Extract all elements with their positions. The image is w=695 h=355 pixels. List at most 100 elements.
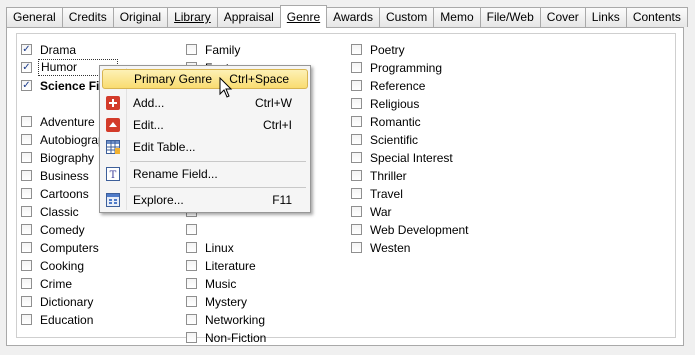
genre-label: Romantic [370,115,421,129]
checkbox[interactable] [21,134,32,145]
tab-awards[interactable]: Awards [326,7,380,27]
genre-label: Westen [370,241,411,255]
genre-label: Adventure [40,115,95,129]
checkbox[interactable] [186,332,197,343]
checkbox[interactable] [21,278,32,289]
genre-label: Drama [40,43,77,57]
menu-item-add[interactable]: Add... Ctrl+W [102,93,308,113]
tab-bar: General Credits Original Library Apprais… [6,5,688,28]
genre-label: Web Development [370,223,469,237]
checkbox[interactable] [21,224,32,235]
checkbox[interactable] [21,314,32,325]
menu-item-edit-table[interactable]: Edit Table... [102,137,308,157]
tab-links[interactable]: Links [584,7,627,27]
edit-icon [106,118,120,132]
genre-label: Crime [40,277,72,291]
checkbox[interactable] [21,296,32,307]
checkbox[interactable] [186,260,197,271]
genre-label: Cartoons [40,187,89,201]
tab-genre[interactable]: Genre [279,5,328,28]
checkbox[interactable] [351,152,362,163]
checkbox[interactable] [186,224,197,235]
checkbox[interactable] [21,260,32,271]
genre-label: Business [40,169,89,183]
rename-field-icon: T [106,167,120,181]
mouse-cursor-icon [219,77,233,98]
menu-item-shortcut: Ctrl+W [255,96,292,110]
genre-label: Computers [40,241,99,255]
checkbox[interactable] [186,44,197,55]
checkbox[interactable] [21,116,32,127]
add-icon [106,96,120,110]
tab-cover[interactable]: Cover [539,7,586,27]
genre-label: Programming [370,61,443,75]
checkbox[interactable] [351,134,362,145]
genre-label: Linux [205,241,234,255]
tab-custom[interactable]: Custom [378,7,435,27]
genre-label: Poetry [370,43,405,57]
tab-library[interactable]: Library [167,7,218,27]
tab-appraisal[interactable]: Appraisal [216,7,281,27]
checkbox[interactable] [186,314,197,325]
menu-item-label: Add... [133,96,165,110]
checkbox[interactable]: ✓ [21,62,32,73]
explore-icon [106,193,120,207]
checkbox[interactable] [351,170,362,181]
tab-memo[interactable]: Memo [433,7,481,27]
checkbox[interactable] [351,80,362,91]
checkbox[interactable]: ✓ [21,44,32,55]
menu-item-shortcut: F11 [272,193,292,207]
checkbox[interactable] [351,188,362,199]
genre-label: Networking [205,313,266,327]
menu-separator [130,187,306,188]
menu-item-explore[interactable]: Explore... F11 [102,190,308,210]
genre-label: Mystery [205,295,247,309]
genre-label: Literature [205,259,256,273]
genre-label: Classic [40,205,79,219]
checkbox[interactable] [21,170,32,181]
checkbox[interactable] [21,242,32,253]
checkbox[interactable] [186,296,197,307]
genre-label: War [370,205,392,219]
checkbox[interactable] [351,44,362,55]
menu-item-label: Edit Table... [133,140,196,154]
checkbox[interactable] [186,242,197,253]
checkbox[interactable] [351,98,362,109]
checkbox[interactable] [351,62,362,73]
menu-item-primary-genre[interactable]: Primary Genre Ctrl+Space [102,69,308,89]
genre-label: Scientific [370,133,419,147]
tab-contents[interactable]: Contents [625,7,688,27]
genre-label: Comedy [40,223,85,237]
checkbox[interactable] [21,188,32,199]
menu-item-label: Explore... [133,193,184,207]
tab-original[interactable]: Original [112,7,169,27]
genre-label: Non-Fiction [205,331,267,345]
genre-label: Cooking [40,259,85,273]
checkbox[interactable]: ✓ [21,80,32,91]
menu-item-label: Edit... [133,118,164,132]
genre-label: Biography [40,151,95,165]
tab-credits[interactable]: Credits [61,7,114,27]
checkbox[interactable] [21,206,32,217]
genre-label: Family [205,43,241,57]
tab-general[interactable]: General [6,7,63,27]
checkbox[interactable] [351,242,362,253]
table-icon [106,140,120,154]
menu-item-rename-field[interactable]: T Rename Field... [102,164,308,184]
genre-label: Thriller [370,169,407,183]
checkbox[interactable] [351,116,362,127]
menu-item-label: Primary Genre [134,72,213,86]
checkbox[interactable] [351,206,362,217]
genre-label: Reference [370,79,426,93]
genre-label: Religious [370,97,420,111]
menu-item-edit[interactable]: Edit... Ctrl+I [102,115,308,135]
menu-item-label: Rename Field... [133,167,218,181]
genre-label: Dictionary [40,295,94,309]
genre-label: Special Interest [370,151,453,165]
genre-label: Music [205,277,237,291]
tab-file-web[interactable]: File/Web [479,7,541,27]
checkbox[interactable] [21,152,32,163]
genre-label: Education [40,313,94,327]
checkbox[interactable] [351,224,362,235]
checkbox[interactable] [186,278,197,289]
